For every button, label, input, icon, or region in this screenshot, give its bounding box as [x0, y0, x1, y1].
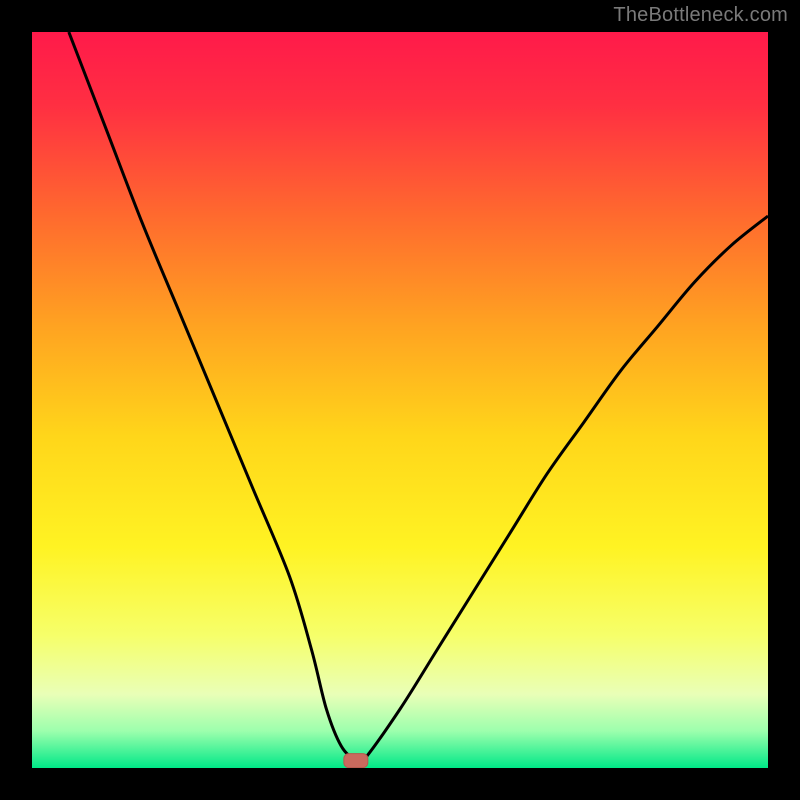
optimum-marker	[344, 754, 368, 768]
watermark-text: TheBottleneck.com	[613, 4, 788, 27]
plot-background	[32, 32, 768, 768]
chart-frame: { "watermark": "TheBottleneck.com", "col…	[0, 0, 800, 800]
bottleneck-chart	[0, 0, 800, 800]
